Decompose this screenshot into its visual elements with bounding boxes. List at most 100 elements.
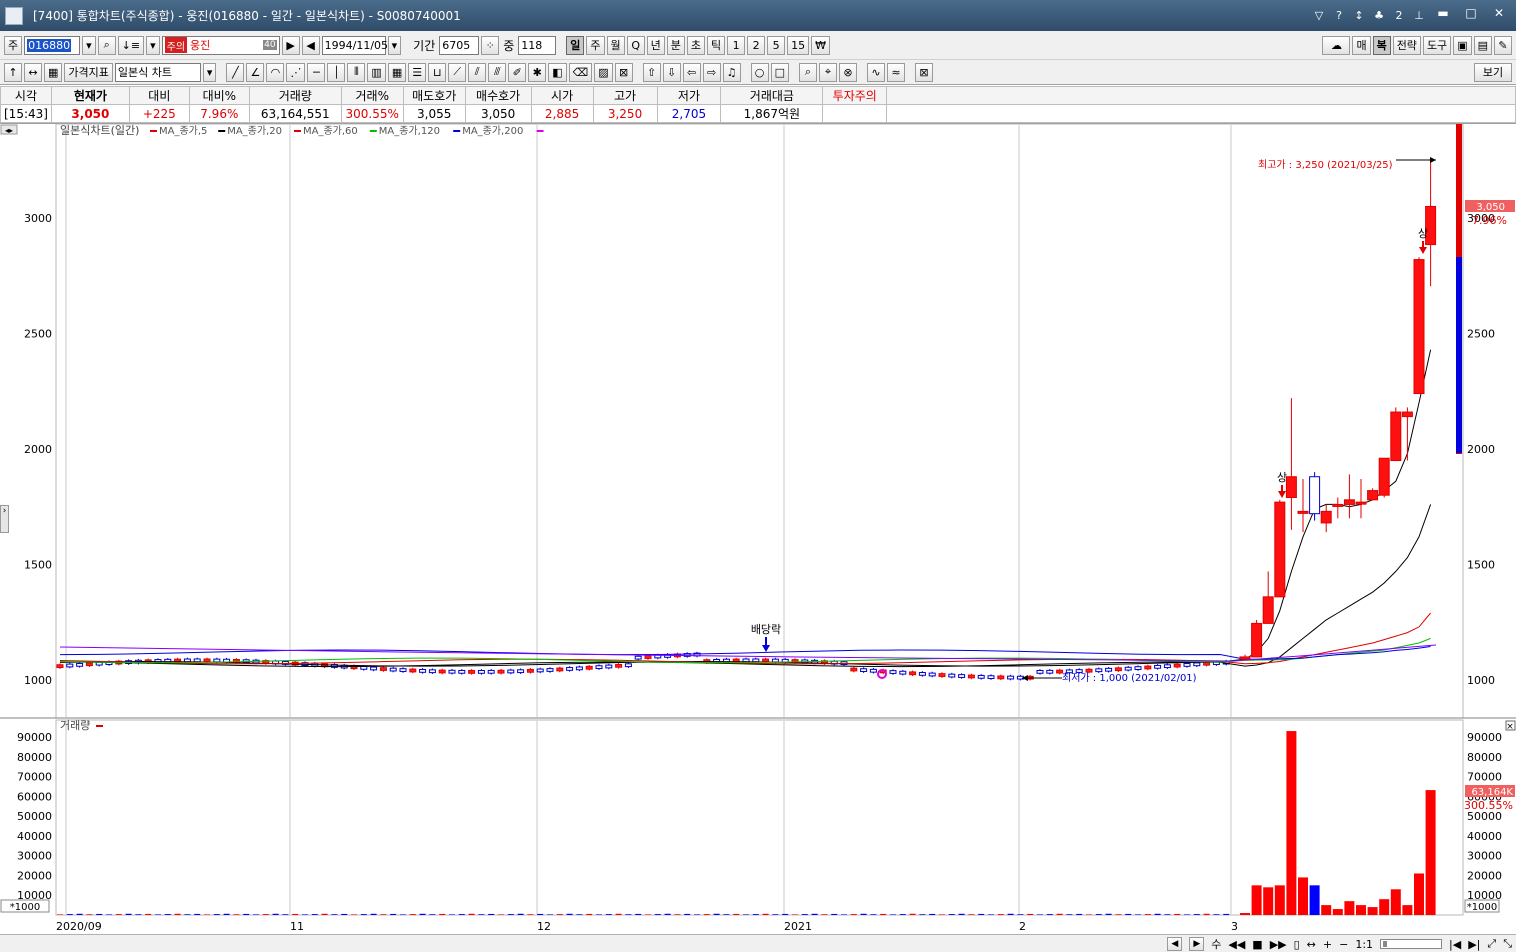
regression-icon[interactable]: ⟋	[448, 62, 467, 82]
channel-icon[interactable]: ⫽	[468, 62, 487, 82]
stock-name-field[interactable]: 주의 웅진 40	[161, 35, 280, 55]
arrow-down-icon[interactable]: ⇩	[662, 62, 681, 82]
candle-body-12[interactable]	[1378, 457, 1390, 496]
period-button-minute[interactable]: 분	[666, 35, 685, 55]
volume-bar-6[interactable]	[1309, 885, 1320, 915]
fibonacci-time-icon[interactable]: ▥	[367, 62, 386, 82]
volume-bar-1[interactable]	[1251, 885, 1262, 915]
edit-doc-icon[interactable]: ▨	[594, 62, 613, 82]
open-folder-icon[interactable]: ▣	[1453, 35, 1472, 55]
view-button[interactable]: 보기	[1474, 62, 1512, 82]
count-input[interactable]: 118	[518, 35, 557, 55]
period-button-year[interactable]: 년	[646, 35, 665, 55]
volume-bar-7[interactable]	[1321, 905, 1332, 915]
sort-icon[interactable]: ↓≡	[117, 35, 145, 55]
candle-body-15[interactable]	[1413, 259, 1425, 395]
grid-icon[interactable]: ▦	[387, 62, 407, 82]
volume-bar-2[interactable]	[1263, 887, 1274, 915]
period-button-5[interactable]: 5	[767, 35, 786, 55]
minimize-button[interactable]: ▬	[1432, 6, 1454, 24]
volume-bar-0[interactable]	[1240, 913, 1250, 915]
candle-body-0[interactable]	[1239, 656, 1251, 660]
volume-bar-16[interactable]	[1425, 790, 1436, 915]
scroll-right-button[interactable]: ▶	[1189, 937, 1205, 951]
horizontal-arrows-icon[interactable]: ↔	[24, 62, 42, 82]
horizontal-line-icon[interactable]: ─	[307, 62, 326, 82]
period-input[interactable]: 6705	[439, 35, 480, 55]
rewind-icon[interactable]: ◀◀	[1228, 938, 1245, 951]
fibonacci-retrace-icon[interactable]: ☰	[408, 62, 427, 82]
arrow-right-icon[interactable]: ⇨	[702, 62, 721, 82]
close-drawing-icon[interactable]: ⊠	[915, 62, 934, 82]
candle-body-5[interactable]	[1297, 510, 1309, 514]
wrench-icon[interactable]: ✎	[1494, 35, 1512, 55]
date-dropdown-icon[interactable]: ▾	[387, 35, 402, 55]
candle-body-13[interactable]	[1390, 411, 1402, 462]
candle-body-9[interactable]	[1343, 499, 1355, 505]
sort-dropdown-icon[interactable]: ▾	[146, 35, 160, 55]
period-button-week[interactable]: 주	[586, 35, 605, 55]
magic-icon[interactable]: ✱	[528, 62, 547, 82]
bar-mode-icon[interactable]: ▯	[1294, 938, 1300, 951]
last-page-icon[interactable]: ▶|	[1468, 938, 1480, 951]
cloud-icon[interactable]: ☁	[1322, 35, 1351, 55]
help-icon[interactable]: ?	[1332, 9, 1346, 22]
candle-body-10[interactable]	[1355, 501, 1367, 505]
zoom-slider[interactable]	[1380, 939, 1443, 949]
circle-icon[interactable]: ○	[750, 62, 769, 82]
strategy-button[interactable]: 전략	[1392, 35, 1421, 55]
pencil-icon[interactable]: ✐	[508, 62, 527, 82]
volume-bar-5[interactable]	[1298, 877, 1308, 915]
multi-button[interactable]: 복	[1372, 35, 1391, 55]
parallel-lines-icon[interactable]: ⫻	[488, 62, 507, 82]
link-icon[interactable]: ♣	[1372, 9, 1386, 22]
next-icon[interactable]: ▶	[281, 35, 300, 55]
search-icon[interactable]: ⌕	[97, 35, 116, 55]
maximize-button[interactable]: □	[1460, 6, 1482, 24]
market-selector[interactable]: 주	[4, 35, 23, 55]
period-button-day[interactable]: 일	[566, 35, 585, 55]
expand-icon[interactable]: ⤢	[1487, 937, 1496, 951]
arc-icon[interactable]: ◠	[266, 62, 285, 82]
volume-bar-8[interactable]	[1332, 909, 1343, 915]
indicator-settings-icon[interactable]: ▦	[44, 62, 63, 82]
zoom-color-icon[interactable]: ⌖	[819, 62, 838, 82]
target-icon[interactable]: ⊗	[839, 62, 858, 82]
eraser-icon[interactable]: ⌫	[568, 62, 593, 82]
stop-icon[interactable]: ■	[1252, 938, 1262, 951]
trendline-icon[interactable]: ╱	[226, 62, 245, 82]
angle-line-icon[interactable]: ∠	[246, 62, 265, 82]
color-palette-icon[interactable]: ◧	[548, 62, 567, 82]
volume-bar-12[interactable]	[1379, 899, 1390, 915]
cycle-lines-icon[interactable]: ⦀	[347, 62, 366, 82]
reset-zoom-icon[interactable]: 1:1	[1355, 938, 1373, 951]
volume-bar-11[interactable]	[1367, 907, 1378, 915]
tools-button[interactable]: 도구	[1422, 35, 1452, 55]
price-indicator-button[interactable]: 가격지표	[64, 62, 113, 82]
date-input[interactable]: 1994/11/05	[321, 35, 388, 55]
period-button-tick[interactable]: 틱	[707, 35, 726, 55]
save-icon[interactable]: ▤	[1473, 35, 1492, 55]
wave-icon[interactable]: ∿	[867, 62, 886, 82]
chart-area[interactable]: ◂▸ 일본식차트(일간) MA_종가,5 MA_종가,20 MA_종가,60 MA_종…	[0, 123, 1516, 952]
chart-type-dropdown-icon[interactable]: ▾	[202, 62, 217, 82]
fast-forward-icon[interactable]: ▶▶	[1270, 938, 1287, 951]
volume-bar-15[interactable]	[1414, 873, 1424, 915]
up-arrow-icon[interactable]: ↑	[4, 62, 22, 82]
volume-bar-4[interactable]	[1286, 731, 1297, 915]
fit-icon[interactable]: ↔	[1307, 938, 1316, 951]
first-page-icon[interactable]: |◀	[1449, 938, 1461, 951]
candle-body-11[interactable]	[1367, 490, 1379, 501]
order-button[interactable]: 매	[1352, 35, 1371, 55]
close-button[interactable]: ✕	[1488, 6, 1510, 24]
arrow-left-icon[interactable]: ⇦	[682, 62, 701, 82]
prev-icon[interactable]: ◀	[301, 35, 320, 55]
stock-code-input[interactable]: 016880	[24, 35, 81, 55]
code-dropdown-icon[interactable]: ▾	[82, 35, 96, 55]
collapse-icon[interactable]: ⤡	[1503, 937, 1512, 951]
volume-bar-10[interactable]	[1356, 905, 1366, 915]
delete-all-icon[interactable]: ⊠	[614, 62, 633, 82]
left-panel-toggle[interactable]: ›	[0, 505, 9, 533]
zoom-in-icon[interactable]: +	[1323, 938, 1332, 951]
volume-bar-14[interactable]	[1402, 905, 1413, 915]
